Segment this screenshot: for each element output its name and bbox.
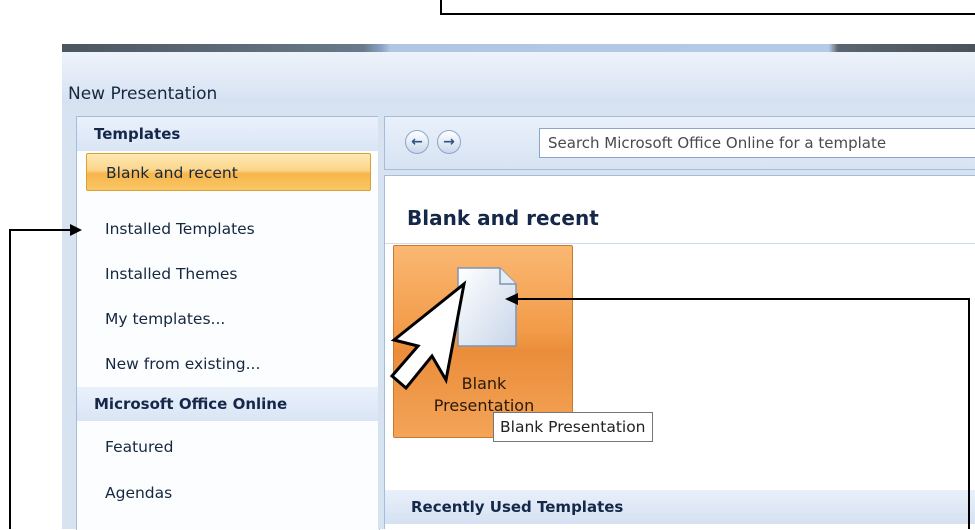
sidebar-item-my-templates[interactable]: My templates... [77, 301, 379, 337]
sidebar-item-agendas[interactable]: Agendas [77, 475, 379, 511]
sidebar-item-installed-themes[interactable]: Installed Themes [77, 256, 379, 292]
annotation-line-left-vertical [9, 229, 11, 529]
blank-presentation-tooltip: Blank Presentation [493, 412, 653, 442]
dialog-title-bar[interactable]: New Presentation [62, 52, 975, 104]
background-window-strip [62, 44, 975, 52]
annotation-box-bottom-edge [440, 13, 975, 15]
office-online-section-header: Microsoft Office Online [77, 387, 379, 421]
sidebar-item-new-from-existing[interactable]: New from existing... [77, 346, 379, 382]
templates-sidebar: Templates Blank and recent Installed Tem… [76, 116, 380, 530]
annotation-arrowhead-left [505, 293, 518, 305]
sidebar-item-blank-and-recent[interactable]: Blank and recent [86, 153, 371, 191]
navigation-bar: ← → Search Microsoft Office Online for a… [384, 116, 975, 170]
back-arrow-icon: ← [411, 134, 423, 150]
annotation-line-right-horizontal [518, 298, 970, 300]
forward-arrow-icon: → [443, 134, 455, 150]
sidebar-item-installed-templates[interactable]: Installed Templates [77, 211, 379, 247]
back-button[interactable]: ← [405, 130, 429, 154]
annotation-arrowhead-right [70, 224, 82, 236]
annotation-line-left-horizontal [9, 229, 71, 231]
templates-section-header: Templates [77, 117, 379, 151]
recently-used-templates-header: Recently Used Templates [385, 490, 975, 524]
sidebar-item-featured[interactable]: Featured [77, 429, 379, 465]
dialog-title: New Presentation [68, 84, 218, 104]
new-presentation-dialog: New Presentation Templates Blank and rec… [62, 44, 975, 530]
forward-button[interactable]: → [437, 130, 461, 154]
content-title: Blank and recent [407, 206, 599, 230]
title-divider [385, 243, 975, 244]
search-office-online-input[interactable]: Search Microsoft Office Online for a tem… [539, 128, 975, 158]
mouse-pointer-icon [389, 280, 467, 391]
annotation-line-right-vertical [968, 298, 970, 529]
